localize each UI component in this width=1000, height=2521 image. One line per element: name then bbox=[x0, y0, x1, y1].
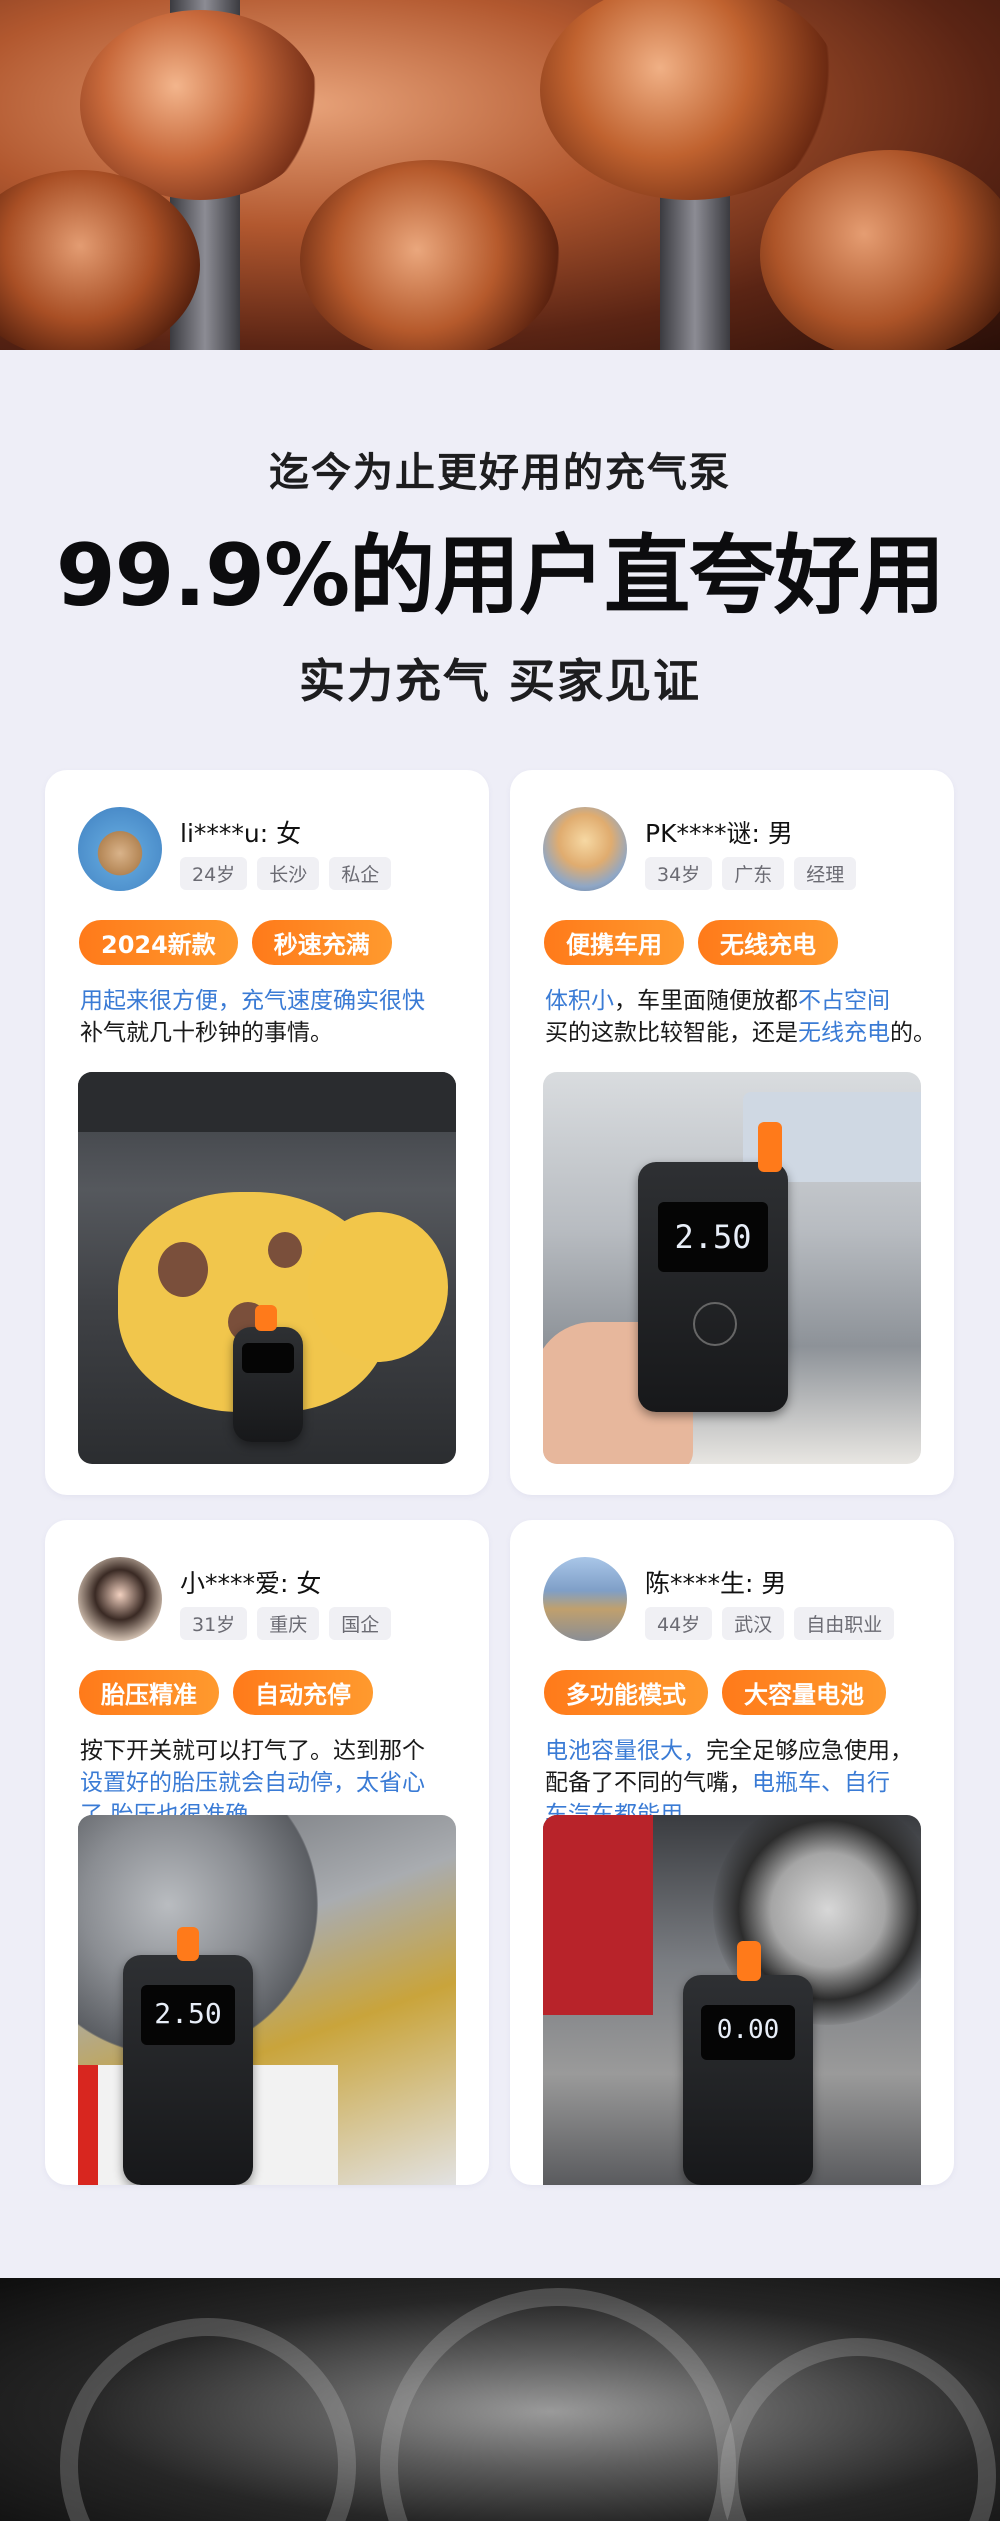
air-pump-device: 2.50 bbox=[638, 1122, 788, 1412]
copper-roller bbox=[540, 0, 840, 200]
pump-screen: 0.00 bbox=[701, 2005, 795, 2060]
reviewer-city: 重庆 bbox=[257, 1607, 320, 1640]
air-pump-device: 2.50 bbox=[123, 1927, 253, 2185]
giraffe-head bbox=[308, 1212, 448, 1362]
reviewer-tags: 44岁 武汉 自由职业 bbox=[645, 1607, 895, 1640]
hero-image-top bbox=[0, 0, 1000, 350]
copper-roller bbox=[80, 10, 320, 200]
feature-badges: 多功能模式 大容量电池 bbox=[544, 1670, 886, 1715]
reviewer-tags: 24岁 长沙 私企 bbox=[180, 857, 392, 890]
feature-badge: 大容量电池 bbox=[722, 1670, 886, 1715]
reviewer-job: 私企 bbox=[329, 857, 392, 890]
headline-section: 迄今为止更好用的充气泵 99.9%的用户直夸好用 实力充气 买家见证 bbox=[0, 350, 1000, 750]
reviewer-job: 国企 bbox=[329, 1607, 392, 1640]
reviewer-name: PK****谜: 男 bbox=[645, 819, 793, 848]
reviewer-age: 34岁 bbox=[645, 857, 713, 890]
giraffe-spot bbox=[158, 1242, 208, 1297]
feature-badges: 胎压精准 自动充停 bbox=[79, 1670, 373, 1715]
review-sentence: 买的这款比较智能，还是 bbox=[545, 1020, 798, 1046]
review-photo: 0.00 bbox=[543, 1815, 921, 2185]
review-card: PK****谜: 男 34岁 广东 经理 便携车用 无线充电 体积小，车里面随便… bbox=[510, 770, 954, 1495]
pump-nozzle bbox=[758, 1122, 782, 1172]
review-highlight: 体积小 bbox=[545, 988, 614, 1014]
review-highlight: 无线充电 bbox=[798, 1020, 890, 1046]
reviewer-name: li****u: 女 bbox=[180, 819, 302, 848]
box-stripe bbox=[78, 2065, 98, 2185]
feature-badges: 2024新款 秒速充满 bbox=[79, 920, 392, 965]
review-sentence: 按下开关就可以打气了。达到那个 bbox=[80, 1738, 425, 1764]
review-highlight: 电池容量很大， bbox=[545, 1738, 706, 1764]
copper-roller bbox=[300, 160, 560, 350]
feature-badge: 多功能模式 bbox=[544, 1670, 708, 1715]
reviewer-city: 长沙 bbox=[257, 857, 320, 890]
power-button-icon bbox=[693, 1302, 737, 1346]
review-sentence: ，车里面随便放都 bbox=[614, 988, 798, 1014]
pump-reading: 2.50 bbox=[674, 1218, 752, 1256]
headline-title: 99.9%的用户直夸好用 bbox=[55, 526, 945, 626]
avatar bbox=[78, 1557, 162, 1641]
avatar bbox=[543, 1557, 627, 1641]
pump-nozzle bbox=[255, 1305, 277, 1331]
tire-tread bbox=[720, 2338, 996, 2521]
review-highlight: 用起来很方便，充气速度确实很快 bbox=[80, 988, 425, 1014]
air-pump-device: 0.00 bbox=[683, 1941, 813, 2185]
avatar bbox=[78, 807, 162, 891]
pump-screen: 2.50 bbox=[658, 1202, 768, 1272]
reviewer-tags: 34岁 广东 经理 bbox=[645, 857, 857, 890]
review-sentence: 的。 bbox=[890, 1020, 936, 1046]
pump-nozzle bbox=[737, 1941, 761, 1981]
review-text: 体积小，车里面随便放都不占空间 买的这款比较智能，还是无线充电的。 bbox=[545, 985, 954, 1049]
tire-tread bbox=[380, 2288, 736, 2521]
review-card: li****u: 女 24岁 长沙 私企 2024新款 秒速充满 用起来很方便，… bbox=[45, 770, 489, 1495]
hero-image-bottom bbox=[0, 2278, 1000, 2521]
reviewer-tags: 31岁 重庆 国企 bbox=[180, 1607, 392, 1640]
product-box bbox=[543, 1815, 653, 2015]
pump-screen bbox=[242, 1343, 294, 1373]
feature-badge: 2024新款 bbox=[79, 920, 238, 965]
feature-badges: 便携车用 无线充电 bbox=[544, 920, 838, 965]
giraffe-spot bbox=[268, 1232, 302, 1268]
feature-badge: 秒速充满 bbox=[251, 920, 392, 965]
review-sentence: 配备了不同的气嘴， bbox=[545, 1770, 752, 1796]
reviewer-city: 广东 bbox=[722, 857, 785, 890]
review-text: 用起来很方便，充气速度确实很快 补气就几十秒钟的事情。 bbox=[80, 985, 470, 1049]
feature-badge: 无线充电 bbox=[698, 920, 838, 965]
air-pump-device bbox=[233, 1305, 303, 1442]
reviewer-age: 24岁 bbox=[180, 857, 248, 890]
tire-tread bbox=[60, 2318, 356, 2521]
reviewer-name: 陈****生: 男 bbox=[645, 1569, 787, 1598]
review-photo: 2.50 bbox=[78, 1815, 456, 2185]
review-photo: 2.50 bbox=[543, 1072, 921, 1464]
review-highlight: 设置好的胎压就会自动停，太省心 bbox=[80, 1770, 425, 1796]
reviewer-age: 44岁 bbox=[645, 1607, 713, 1640]
review-card: 陈****生: 男 44岁 武汉 自由职业 多功能模式 大容量电池 电池容量很大… bbox=[510, 1520, 954, 2185]
reviewer-job: 自由职业 bbox=[794, 1607, 895, 1640]
pump-reading: 0.00 bbox=[716, 2015, 780, 2045]
reviewer-job: 经理 bbox=[794, 857, 857, 890]
headline-subtitle: 迄今为止更好用的充气泵 bbox=[269, 450, 731, 496]
car-bumper bbox=[78, 1072, 456, 1132]
review-sentence: 补气就几十秒钟的事情。 bbox=[80, 1020, 333, 1046]
feature-badge: 自动充停 bbox=[233, 1670, 373, 1715]
pump-screen: 2.50 bbox=[141, 1985, 235, 2045]
reviewer-name: 小****爱: 女 bbox=[180, 1569, 322, 1598]
review-photo bbox=[78, 1072, 456, 1464]
headline-tagline: 实力充气 买家见证 bbox=[298, 654, 701, 708]
review-highlight: 不占空间 bbox=[798, 988, 890, 1014]
copper-roller bbox=[760, 150, 1000, 350]
avatar bbox=[543, 807, 627, 891]
review-highlight: 电瓶车、自行 bbox=[752, 1770, 890, 1796]
feature-badge: 胎压精准 bbox=[79, 1670, 219, 1715]
review-card: 小****爱: 女 31岁 重庆 国企 胎压精准 自动充停 按下开关就可以打气了… bbox=[45, 1520, 489, 2185]
pump-nozzle bbox=[177, 1927, 199, 1961]
pump-reading: 2.50 bbox=[154, 1997, 222, 2030]
reviewer-city: 武汉 bbox=[722, 1607, 785, 1640]
reviewer-age: 31岁 bbox=[180, 1607, 248, 1640]
review-sentence: 完全足够应急使用， bbox=[706, 1738, 913, 1764]
feature-badge: 便携车用 bbox=[544, 920, 684, 965]
